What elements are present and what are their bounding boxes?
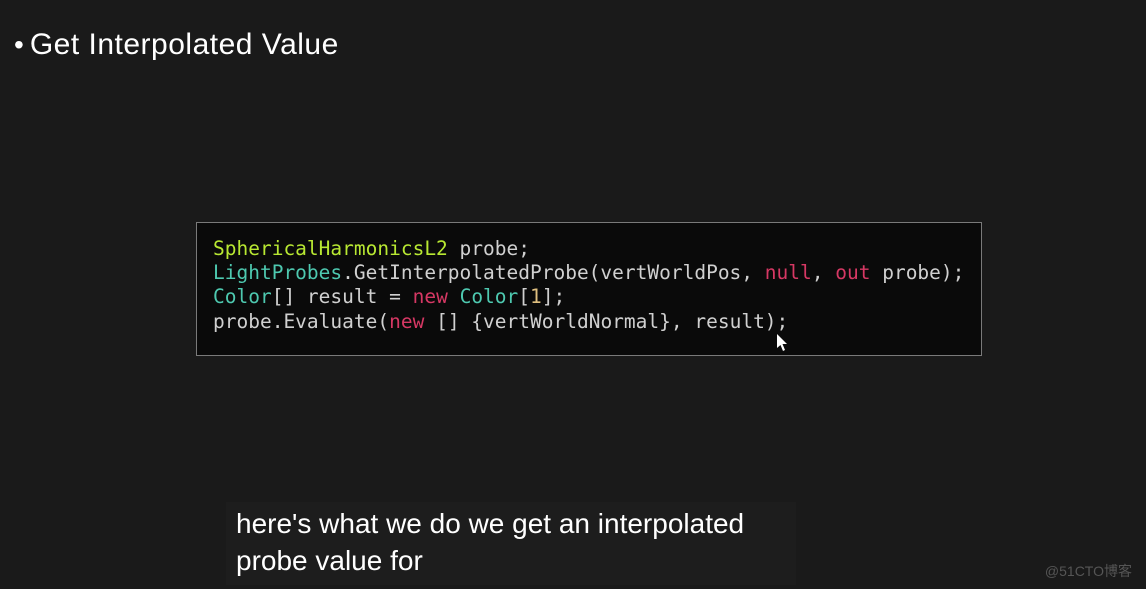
code-text: [ xyxy=(518,285,530,308)
code-keyword: null xyxy=(765,261,812,284)
code-line-4: probe.Evaluate(new [] {vertWorldNormal},… xyxy=(213,310,965,334)
code-line-3: Color[] result = new Color[1]; xyxy=(213,285,965,309)
code-text: ]; xyxy=(542,285,565,308)
code-text xyxy=(448,285,460,308)
code-line-2: LightProbes.GetInterpolatedProbe(vertWor… xyxy=(213,261,965,285)
subtitle-caption: here's what we do we get an interpolated… xyxy=(226,502,796,585)
code-type: SphericalHarmonicsL2 xyxy=(213,237,448,260)
code-number: 1 xyxy=(530,285,542,308)
slide-header: • Get Interpolated Value xyxy=(14,28,339,62)
code-text: probe; xyxy=(448,237,530,260)
caption-text: here's what we do we get an interpolated… xyxy=(236,508,744,575)
code-keyword: new xyxy=(389,310,424,333)
slide-title: Get Interpolated Value xyxy=(30,28,339,62)
bullet-icon: • xyxy=(14,31,24,59)
code-keyword: new xyxy=(413,285,448,308)
code-type: Color xyxy=(460,285,519,308)
code-text: probe.Evaluate( xyxy=(213,310,389,333)
code-text: .GetInterpolatedProbe(vertWorldPos, xyxy=(342,261,765,284)
code-class: LightProbes xyxy=(213,261,342,284)
code-text: , xyxy=(812,261,835,284)
code-block: SphericalHarmonicsL2 probe; LightProbes.… xyxy=(196,222,982,356)
watermark-text: @51CTO博客 xyxy=(1045,561,1132,581)
code-keyword: out xyxy=(835,261,870,284)
code-type: Color xyxy=(213,285,272,308)
code-line-1: SphericalHarmonicsL2 probe; xyxy=(213,237,965,261)
code-text: [] {vertWorldNormal}, result); xyxy=(424,310,788,333)
code-text: [] result = xyxy=(272,285,413,308)
code-text: probe); xyxy=(870,261,964,284)
